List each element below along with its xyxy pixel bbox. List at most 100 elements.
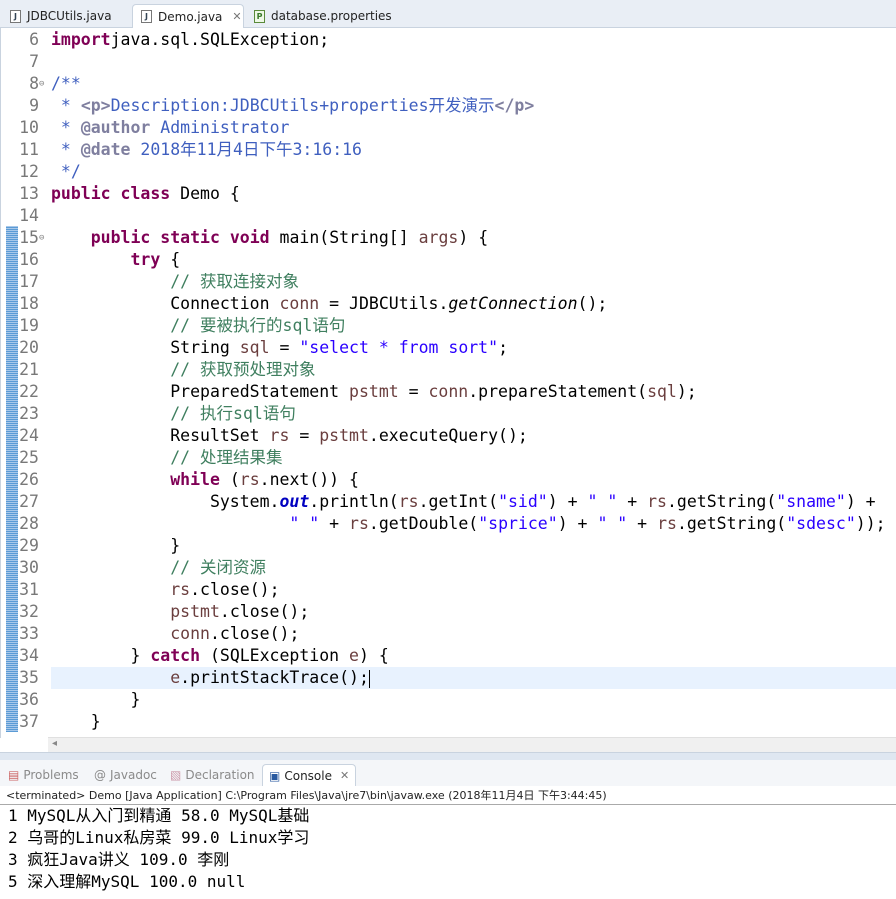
code-token: pstmt xyxy=(319,426,369,445)
line-number: 13 xyxy=(19,184,39,203)
line-number: 26 xyxy=(19,470,39,489)
code-line[interactable]: 29 } xyxy=(1,535,896,557)
line-number: 8 xyxy=(29,74,39,93)
console-output-line: 3 疯狂Java讲义 109.0 李刚 xyxy=(8,850,230,869)
code-line[interactable]: 18 Connection conn = JDBCUtils.getConnec… xyxy=(1,293,896,315)
code-line[interactable]: 30 // 关闭资源 xyxy=(1,557,896,579)
code-line[interactable]: 10 * @author Administrator xyxy=(1,117,896,139)
fold-icon[interactable]: ⊖ xyxy=(39,73,44,95)
code-text: * @date 2018年11月4日下午3:16:16 xyxy=(51,139,362,161)
fold-icon[interactable]: ⊖ xyxy=(39,227,44,249)
code-text: String sql = "select * from sort"; xyxy=(51,337,508,359)
code-line[interactable]: 32 pstmt.close(); xyxy=(1,601,896,623)
code-line[interactable]: 15 ⊖ public static void main(String[] arg… xyxy=(1,227,896,249)
code-line[interactable]: 6 importjava.sql.SQLException; xyxy=(1,29,896,51)
code-line[interactable]: 20 String sql = "select * from sort"; xyxy=(1,337,896,359)
scroll-left-icon[interactable]: ◂ xyxy=(52,738,57,749)
code-line[interactable]: 17 // 获取连接对象 xyxy=(1,271,896,293)
code-line[interactable]: 37 } xyxy=(1,711,896,733)
console-output-line: 2 乌哥的Linux私房菜 99.0 Linux学习 xyxy=(8,828,310,847)
code-token: main(String[] xyxy=(269,228,419,247)
code-text: // 获取连接对象 xyxy=(51,271,299,293)
code-token: sql xyxy=(239,338,270,357)
code-token: = JDBCUtils. xyxy=(319,294,449,313)
code-token: .getString( xyxy=(666,492,777,511)
line-number: 6 xyxy=(29,30,39,49)
code-token: = xyxy=(289,426,320,445)
code-token: // 获取预处理对象 xyxy=(170,360,316,379)
code-line[interactable]: 33 conn.close(); xyxy=(1,623,896,645)
code-line[interactable]: 31 rs.close(); xyxy=(1,579,896,601)
code-token: + xyxy=(627,514,658,533)
code-line[interactable]: 16 try { xyxy=(1,249,896,271)
tab-jdbcutils-java[interactable]: J JDBCUtils.java xyxy=(2,4,130,28)
code-token: rs xyxy=(349,514,369,533)
code-line[interactable]: 14 xyxy=(1,205,896,227)
code-text: e.printStackTrace(); xyxy=(51,667,370,689)
code-line[interactable]: 28 " " + rs.getDouble("sprice") + " " + … xyxy=(1,513,896,535)
code-token: void xyxy=(229,228,270,247)
tab-demo-java[interactable]: J Demo.java ✕ xyxy=(132,4,244,28)
code-token: "sname" xyxy=(776,492,846,511)
code-token: PreparedStatement xyxy=(51,382,350,401)
code-line[interactable]: 26 while (rs.next()) { xyxy=(1,469,896,491)
code-text: } xyxy=(51,711,101,733)
code-line[interactable]: 23 // 执行sql语句 xyxy=(1,403,896,425)
tab-label: Demo.java xyxy=(158,9,223,24)
line-number: 17 xyxy=(19,272,39,291)
code-line[interactable]: 25 // 处理结果集 xyxy=(1,447,896,469)
code-token: Connection xyxy=(51,294,280,313)
code-text: // 要被执行的sql语句 xyxy=(51,315,345,337)
code-token: "select * from sort" xyxy=(299,338,499,357)
code-line[interactable]: 19 // 要被执行的sql语句 xyxy=(1,315,896,337)
code-token: .println( xyxy=(309,492,399,511)
code-line[interactable]: 36 } xyxy=(1,689,896,711)
code-token: ResultSet xyxy=(51,426,270,445)
code-line[interactable]: 34 } catch (SQLException e) { xyxy=(1,645,896,667)
tab-database-properties[interactable]: P database.properties xyxy=(246,4,396,28)
code-token: + xyxy=(319,514,350,533)
code-line[interactable]: 24 ResultSet rs = pstmt.executeQuery(); xyxy=(1,425,896,447)
tab-console[interactable]: ▣ Console ✕ xyxy=(262,764,357,786)
code-token: rs xyxy=(398,492,419,511)
pane-separator[interactable] xyxy=(0,752,896,760)
code-token: String xyxy=(51,338,240,357)
code-line[interactable]: 22 PreparedStatement pstmt = conn.prepar… xyxy=(1,381,896,403)
console-output-line: 1 MySQL从入门到精通 58.0 MySQL基础 xyxy=(8,806,310,825)
code-line[interactable]: 7 xyxy=(1,51,896,73)
line-number: 19 xyxy=(19,316,39,335)
line-number: 10 xyxy=(19,118,39,137)
tab-label: Declaration xyxy=(185,768,255,782)
code-text: } xyxy=(51,689,140,711)
code-line[interactable]: 11 * @date 2018年11月4日下午3:16:16 xyxy=(1,139,896,161)
line-number: 16 xyxy=(19,250,39,269)
line-number: 37 xyxy=(19,712,39,731)
tab-declaration[interactable]: ▧ Declaration xyxy=(170,764,255,786)
code-line[interactable]: 35 e.printStackTrace(); xyxy=(19,667,896,689)
tab-problems[interactable]: ▤ Problems xyxy=(8,764,79,786)
line-number: 28 xyxy=(19,514,39,533)
code-editor[interactable]: 6 importjava.sql.SQLException; 7 8 ⊖/** 9 * <… xyxy=(0,28,896,738)
horizontal-scrollbar[interactable]: ◂ xyxy=(48,737,896,752)
code-line[interactable]: 27 System.out.println(rs.getInt("sid") +… xyxy=(1,491,896,513)
code-line[interactable]: 21 // 获取预处理对象 xyxy=(1,359,896,381)
code-token: (SQLException xyxy=(200,646,350,665)
code-token: sql xyxy=(647,382,677,401)
code-token: /** xyxy=(51,74,81,93)
code-token: .executeQuery(); xyxy=(368,426,528,445)
code-token: { xyxy=(160,250,181,269)
tab-javadoc[interactable]: @ Javadoc xyxy=(94,764,157,786)
line-number: 36 xyxy=(19,690,39,709)
code-line[interactable]: 12 */ xyxy=(1,161,896,183)
code-line[interactable]: 13 public class Demo { xyxy=(1,183,896,205)
code-token: conn xyxy=(279,294,320,313)
close-tab-icon[interactable]: ✕ xyxy=(340,769,349,782)
code-line[interactable]: 9 * <p>Description:JDBCUtils+properties开… xyxy=(1,95,896,117)
close-tab-icon[interactable]: ✕ xyxy=(232,10,241,23)
tab-label: Console xyxy=(284,768,332,783)
code-token: conn xyxy=(170,624,210,643)
code-line[interactable]: 8 ⊖ /** xyxy=(1,73,896,95)
